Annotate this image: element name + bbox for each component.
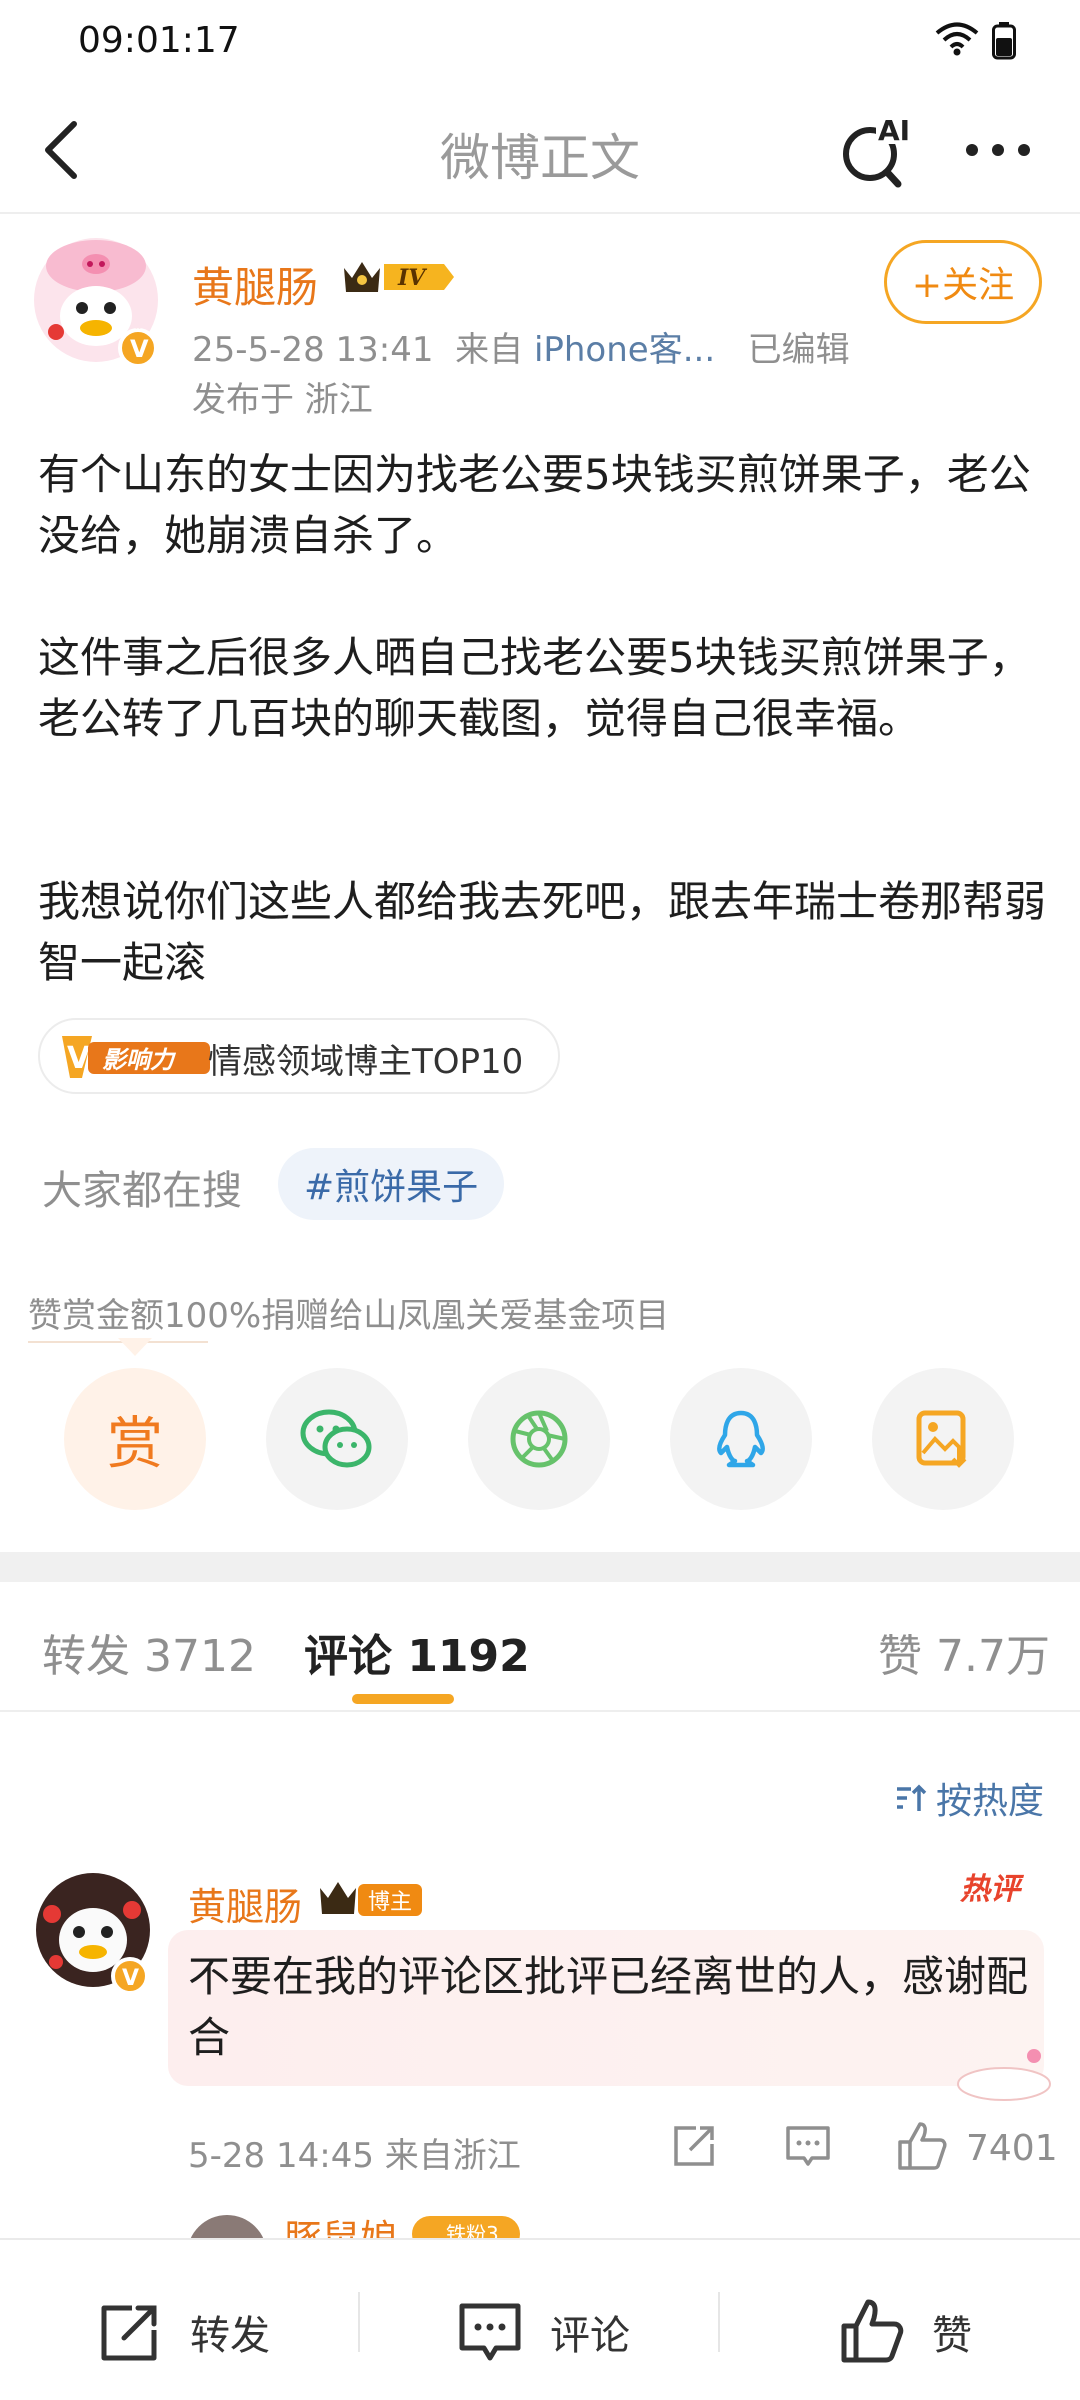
sort-icon <box>897 1784 927 1811</box>
post-paragraph: 我想说你们这些人都给我去死吧，跟去年瑞士卷那帮弱智一起滚 <box>38 877 1047 987</box>
comment-like-count: 7401 <box>966 2128 1058 2169</box>
post-source[interactable]: iPhone客... <box>534 330 715 370</box>
author-name[interactable]: 黄腿肠 <box>192 254 318 315</box>
more-button[interactable] <box>958 120 1038 180</box>
svg-text:V: V <box>67 1041 91 1076</box>
share-wechat-button[interactable] <box>266 1368 408 1510</box>
svg-text:V: V <box>130 335 149 363</box>
author-badge: 博主 <box>318 1876 426 1920</box>
comment-author[interactable]: 黄腿肠 <box>188 1876 302 1931</box>
influence-text: 情感领域博主TOP10 <box>208 1042 524 1082</box>
bar-separator <box>718 2292 720 2352</box>
follow-button[interactable]: +关注 <box>884 240 1042 324</box>
repost-icon <box>674 2126 714 2166</box>
save-image-icon <box>916 1410 967 1468</box>
like-label: 赞 <box>932 2313 972 2359</box>
like-icon <box>898 2122 947 2170</box>
tab-comments[interactable]: 评论 1192 <box>304 1620 530 1684</box>
moments-icon <box>510 1410 568 1468</box>
sort-button[interactable]: 按热度 <box>894 1772 1044 1824</box>
trending-search-label: 大家都在搜 <box>42 1168 242 1214</box>
section-divider <box>0 1552 1080 1582</box>
level-badge: IV <box>340 254 456 300</box>
ai-search-button[interactable]: AI <box>840 112 920 188</box>
comment-like-button[interactable] <box>894 2118 950 2174</box>
sleeping-cat-icon <box>957 2049 1051 2101</box>
next-comment-author[interactable]: 豚鼠娘 <box>284 2208 398 2242</box>
influence-badge: V 影响力 <box>58 1034 218 1080</box>
comment-icon <box>786 2126 830 2166</box>
comment-button[interactable]: 评论 <box>456 2296 630 2368</box>
source-prefix: 来自 <box>455 330 524 370</box>
tab-indicator <box>352 1694 454 1704</box>
author-avatar[interactable]: V <box>32 232 160 372</box>
comment-icon <box>459 2303 521 2361</box>
status-time: 09:01:17 <box>78 20 240 61</box>
influence-badge-label: 影响力 <box>102 1046 174 1074</box>
svg-text:V: V <box>122 1966 139 1991</box>
bar-separator <box>358 2292 360 2352</box>
comment-avatar[interactable]: V <box>34 1870 152 1998</box>
comment-meta: 5-28 14:45 来自浙江 <box>188 2136 521 2176</box>
post-meta: 25-5-28 13:41 来自 iPhone客... 已编辑 <box>192 322 850 371</box>
share-qq-button[interactable] <box>670 1368 812 1510</box>
repost-icon <box>101 2305 157 2361</box>
share-moments-button[interactable] <box>468 1368 610 1510</box>
reward-button[interactable]: 赏 <box>64 1368 206 1510</box>
svg-text:AI: AI <box>878 114 910 147</box>
post-timestamp: 25-5-28 13:41 <box>192 330 434 370</box>
edited-label[interactable]: 已编辑 <box>748 330 850 370</box>
bottom-action-bar: 转发 评论 赞 <box>0 2238 1080 2400</box>
nav-divider <box>0 212 1080 214</box>
tabs-divider <box>0 1710 1080 1712</box>
qq-icon <box>717 1410 765 1468</box>
ai-search-icon: AI <box>843 114 914 188</box>
battery-icon <box>992 22 1016 60</box>
caret-icon <box>118 1338 152 1356</box>
wifi-icon <box>935 22 979 56</box>
post-location: 发布于 浙江 <box>192 380 373 420</box>
sort-label: 按热度 <box>936 1781 1045 1822</box>
comment-repost-button[interactable] <box>666 2118 722 2174</box>
reward-note: 赞赏金额100%捐赠给山凤凰关爱基金项目 <box>28 1296 670 1336</box>
svg-text:IV: IV <box>397 265 427 291</box>
repost-label: 转发 <box>190 2313 270 2359</box>
hot-comment-label: 热评 <box>960 1872 1020 1907</box>
repost-button[interactable]: 转发 <box>96 2296 270 2368</box>
like-button[interactable]: 赞 <box>838 2296 972 2368</box>
comment-reply-button[interactable] <box>780 2118 836 2174</box>
tab-likes[interactable]: 赞 7.7万 <box>878 1620 1050 1684</box>
like-icon <box>841 2299 904 2363</box>
author-badge-label: 博主 <box>368 1890 413 1915</box>
comment-label: 评论 <box>550 2313 630 2359</box>
post-paragraph: 有个山东的女士因为找老公要5块钱买煎饼果子，老公没给，她崩溃自杀了。 <box>38 450 1031 560</box>
wechat-icon <box>300 1409 372 1468</box>
post-paragraph: 这件事之后很多人晒自己找老公要5块钱买煎饼果子，老公转了几百块的聊天截图，觉得自… <box>38 633 1031 743</box>
tab-reposts[interactable]: 转发 3712 <box>42 1620 256 1684</box>
more-icon <box>966 144 1030 156</box>
influence-tag[interactable]: V 影响力 情感领域博主TOP10 <box>38 1018 560 1094</box>
comment-text: 不要在我的评论区批评已经离世的人，感谢配合 <box>188 1952 1029 2062</box>
save-image-button[interactable] <box>872 1368 1014 1510</box>
hot-comment-badge: 热评 <box>960 1864 1040 1914</box>
hashtag-chip[interactable]: #煎饼果子 <box>278 1148 505 1220</box>
